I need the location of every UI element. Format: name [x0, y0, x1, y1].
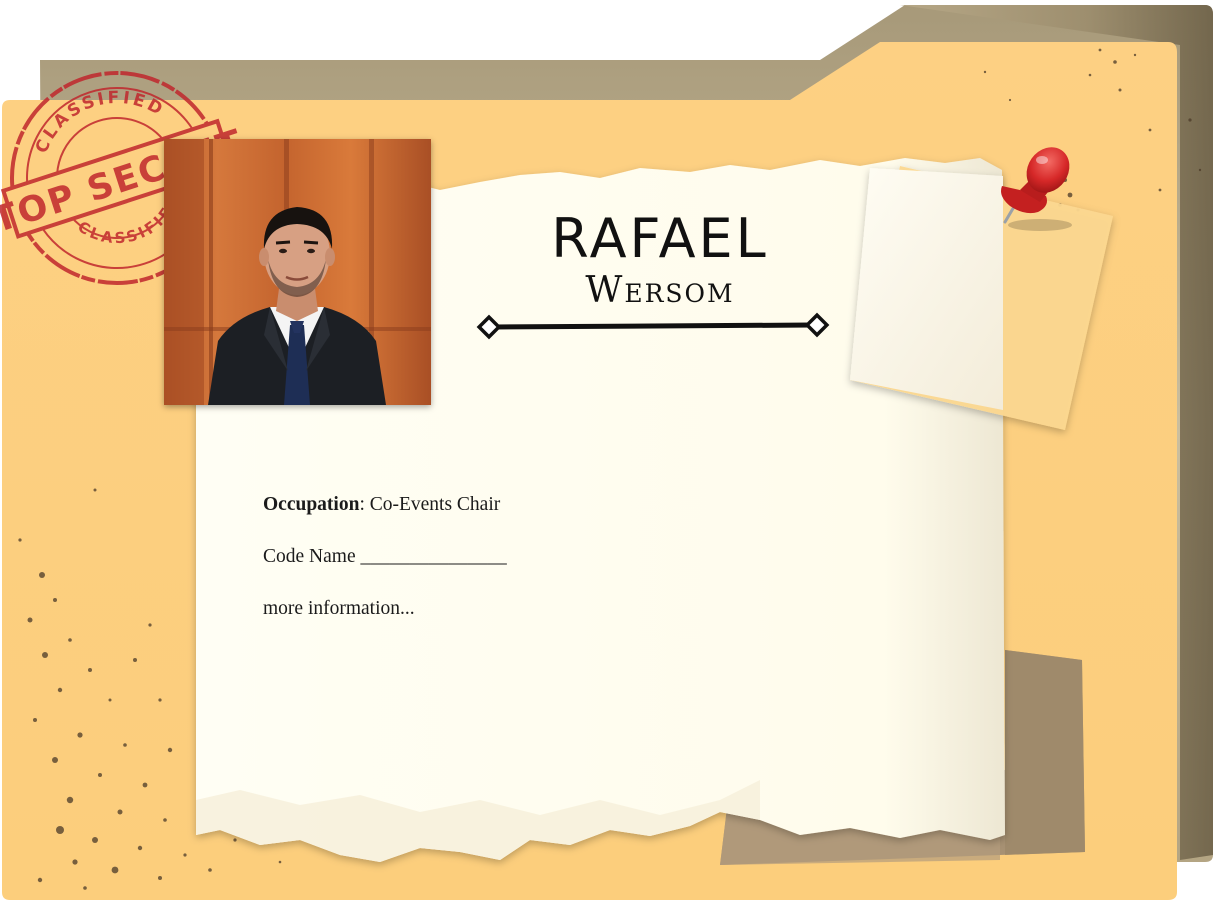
- more-information-link[interactable]: more information...: [263, 598, 415, 620]
- last-name: Wersom: [585, 270, 735, 311]
- dossier-scene: CLASSIFIED CLASSIFIED TOP SECRET: [0, 5, 1213, 900]
- occupation-label: Occupation: [263, 494, 360, 515]
- profile-photo: [164, 139, 431, 405]
- occupation-line: Occupation: Co-Events Chair: [263, 494, 500, 516]
- occupation-value: : Co-Events Chair: [359, 494, 501, 515]
- first-name: RAFAEL: [551, 207, 769, 270]
- code-name-line: Code Name _______________: [263, 546, 507, 567]
- portrait-image: [164, 139, 431, 405]
